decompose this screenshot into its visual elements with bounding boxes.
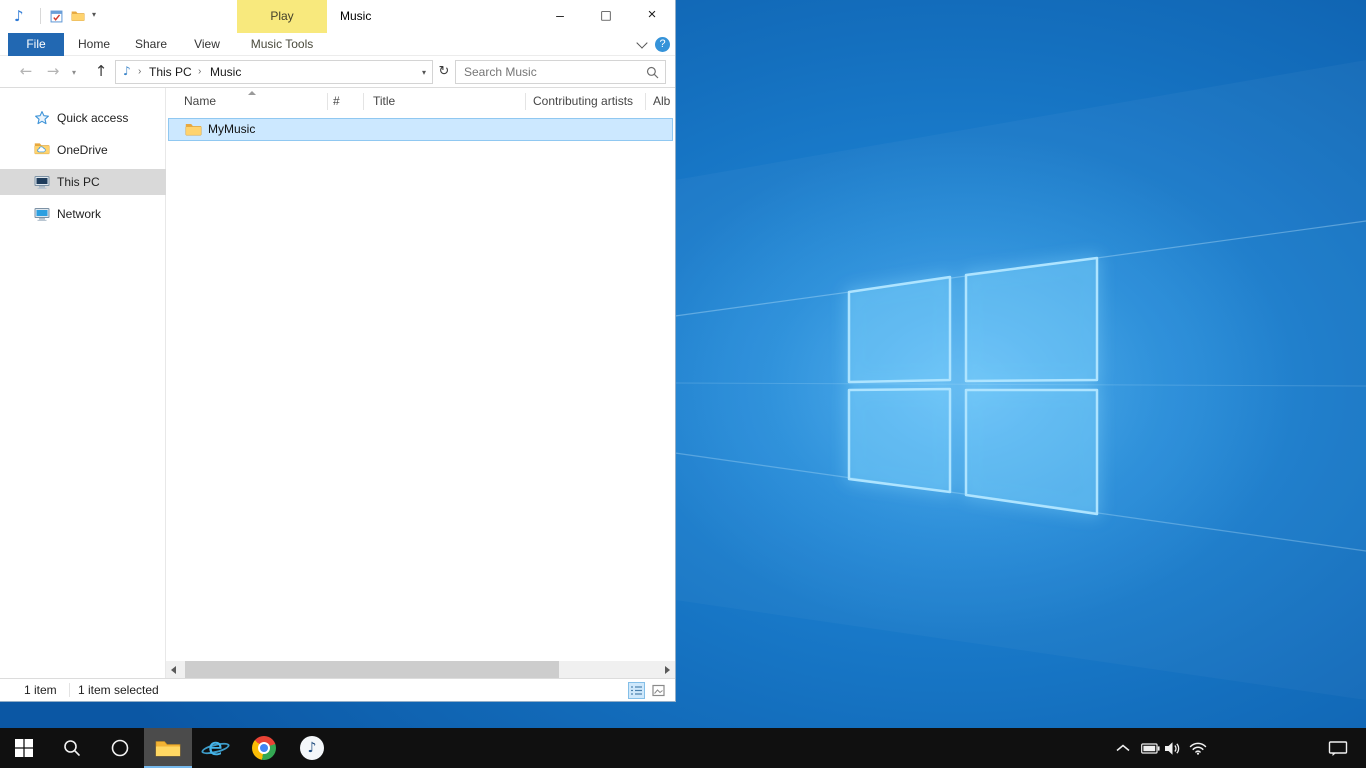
column-separator[interactable] [363, 93, 364, 110]
forward-button[interactable]: → [42, 56, 64, 88]
status-divider [69, 683, 70, 697]
cortana-circle-icon [110, 738, 130, 758]
scroll-right-button[interactable] [658, 661, 675, 678]
address-bar[interactable]: ♪ › This PC › Music ▾ [115, 60, 433, 84]
sidebar-item-label: Quick access [57, 105, 128, 131]
column-separator[interactable] [525, 93, 526, 110]
tray-wifi-icon[interactable] [1184, 728, 1212, 768]
close-button[interactable]: × [629, 0, 675, 32]
tab-view[interactable]: View [184, 33, 230, 56]
folder-icon [185, 123, 202, 139]
breadcrumb-this-pc[interactable]: This PC [149, 61, 192, 83]
column-header-album[interactable]: Alb [653, 88, 670, 115]
column-header-name[interactable]: Name [184, 88, 216, 115]
taskbar: e ♪ [0, 728, 1366, 768]
search-input[interactable] [456, 61, 665, 83]
folder-icon [155, 738, 181, 758]
tray-chevron-up-icon[interactable] [1110, 728, 1136, 768]
column-separator[interactable] [327, 93, 328, 110]
selection-count: 1 item selected [78, 679, 159, 701]
qat-dropdown-icon[interactable]: ▾ [92, 10, 96, 19]
contextual-tab-play[interactable]: Play [237, 0, 327, 33]
scrollbar-thumb[interactable] [185, 661, 559, 678]
tray-action-center-button[interactable] [1318, 728, 1358, 768]
sidebar-item-network[interactable]: Network [0, 201, 166, 227]
taskbar-music-app-button[interactable]: ♪ [288, 728, 336, 768]
column-header-title[interactable]: Title [373, 88, 395, 115]
taskbar-internet-explorer-button[interactable]: e [192, 728, 240, 768]
sidebar-item-quick-access[interactable]: Quick access [0, 105, 166, 131]
column-separator[interactable] [645, 93, 646, 110]
chrome-icon [252, 736, 276, 760]
scroll-left-button[interactable] [166, 661, 183, 678]
triangle-left-icon [171, 666, 176, 674]
properties-icon[interactable] [50, 10, 63, 26]
address-dropdown-icon[interactable]: ▾ [422, 68, 426, 77]
windows-logo-icon [15, 739, 33, 757]
minimize-button[interactable]: – [537, 0, 583, 32]
breadcrumb-separator: › [138, 61, 141, 83]
network-icon [34, 206, 50, 225]
taskbar-search-button[interactable] [48, 728, 96, 768]
search-box [455, 60, 666, 84]
tab-home[interactable]: Home [70, 33, 118, 56]
column-header-number[interactable]: # [333, 88, 340, 115]
horizontal-scrollbar[interactable] [166, 661, 675, 678]
help-button[interactable]: ? [655, 37, 670, 52]
onedrive-folder-icon [34, 142, 50, 158]
music-note-icon: ♪ [14, 7, 24, 25]
maximize-button[interactable]: □ [583, 0, 629, 32]
navigation-pane: Quick access OneDrive This PC Network [0, 88, 166, 678]
breadcrumb-separator: › [198, 61, 201, 83]
file-name: MyMusic [208, 119, 255, 140]
ie-icon: e [203, 734, 229, 762]
sidebar-item-this-pc[interactable]: This PC [0, 169, 166, 195]
column-header-contributing-artists[interactable]: Contributing artists [533, 88, 633, 115]
tab-music-tools[interactable]: Music Tools [237, 33, 327, 56]
music-note-icon: ♪ [123, 64, 131, 78]
star-icon [34, 110, 50, 129]
tray-volume-icon[interactable] [1158, 728, 1186, 768]
large-icons-view-button[interactable] [650, 682, 667, 699]
file-explorer-window: ♪ ▾ Play Music – □ × File Home Share Vie… [0, 0, 676, 702]
file-list-area: Name # Title Contributing artists Alb My… [166, 88, 675, 678]
title-bar: ♪ ▾ Play Music – □ × [0, 0, 675, 33]
sort-ascending-icon [248, 91, 256, 95]
up-button[interactable]: ↑ [88, 56, 114, 88]
taskbar-cortana-button[interactable] [96, 728, 144, 768]
taskbar-chrome-button[interactable] [240, 728, 288, 768]
sidebar-item-label: Network [57, 201, 101, 227]
search-icon [646, 66, 659, 82]
search-icon [63, 739, 81, 757]
computer-icon [34, 174, 50, 193]
triangle-right-icon [665, 666, 670, 674]
qat-separator [40, 8, 41, 24]
navigation-toolbar: ← → ▾ ↑ ♪ › This PC › Music ▾ ↻ [0, 56, 675, 88]
sidebar-item-label: OneDrive [57, 137, 108, 163]
sidebar-item-label: This PC [57, 169, 100, 195]
new-folder-icon[interactable] [71, 10, 85, 25]
status-bar: 1 item 1 item selected [0, 678, 675, 701]
window-title: Music [340, 0, 371, 33]
tab-share[interactable]: Share [126, 33, 176, 56]
breadcrumb-music[interactable]: Music [210, 61, 241, 83]
tab-file[interactable]: File [8, 33, 64, 56]
music-note-icon: ♪ [300, 736, 324, 760]
back-button[interactable]: ← [12, 56, 40, 88]
sidebar-item-onedrive[interactable]: OneDrive [0, 137, 166, 163]
taskbar-start-button[interactable] [0, 728, 48, 768]
file-row-mymusic[interactable]: MyMusic [168, 118, 673, 141]
taskbar-file-explorer-button[interactable] [144, 728, 192, 768]
refresh-button[interactable]: ↻ [433, 60, 455, 84]
chevron-down-icon[interactable] [636, 37, 647, 48]
item-count: 1 item [24, 679, 57, 701]
ribbon-tab-row: File Home Share View Music Tools ? [0, 33, 675, 56]
details-view-button[interactable] [628, 682, 645, 699]
history-dropdown-icon[interactable]: ▾ [72, 68, 76, 77]
